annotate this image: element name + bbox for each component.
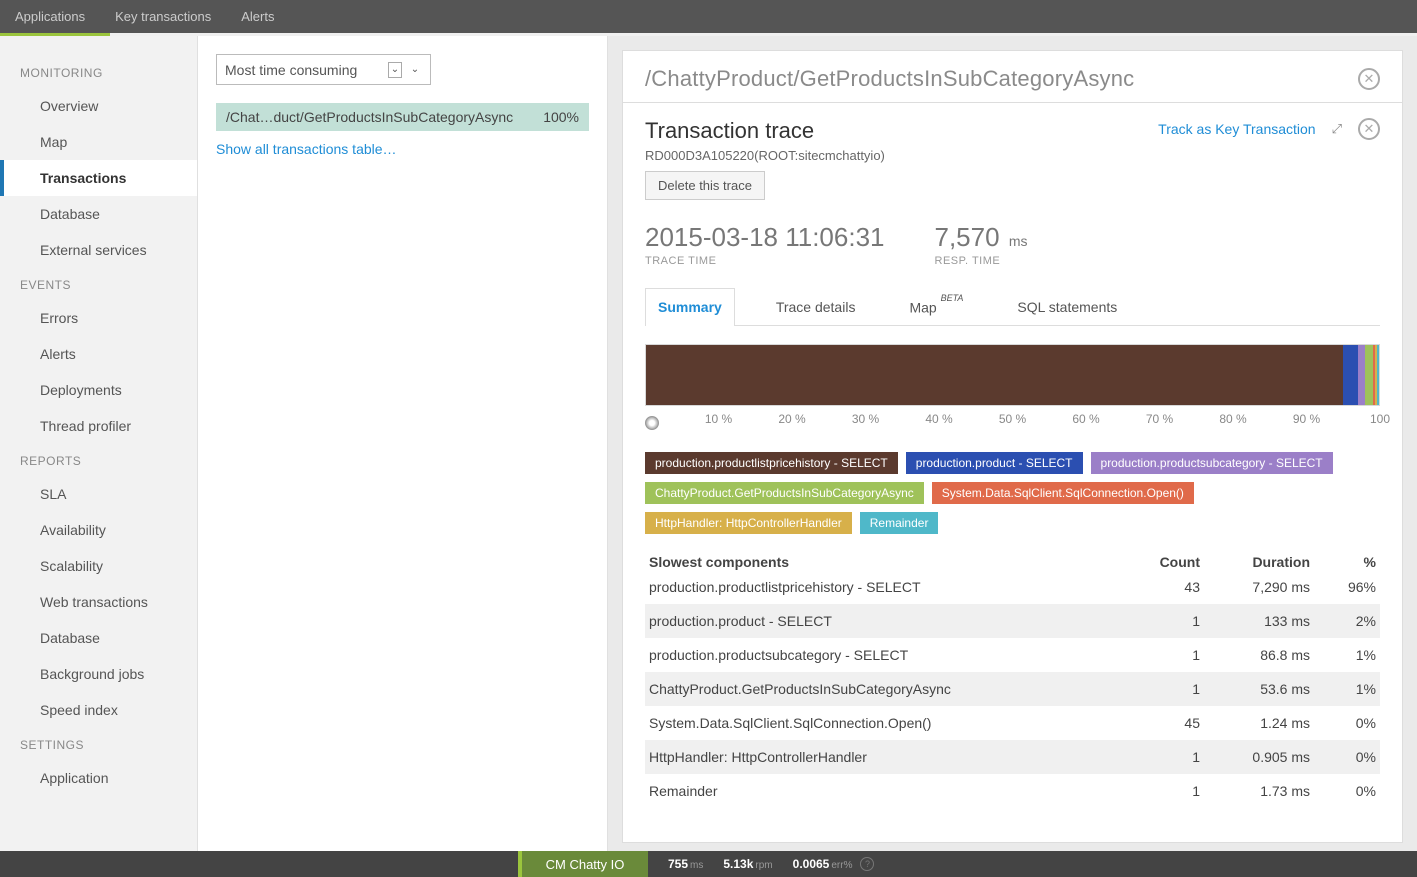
legend-item[interactable]: ChattyProduct.GetProductsInSubCategoryAs… [645,482,924,504]
nav-applications[interactable]: Applications [15,9,85,24]
table-header: Slowest components Count Duration % [645,554,1380,570]
transactions-column: Most time consuming ⌄⌄ /Chat…duct/GetPro… [198,36,608,851]
legend-item[interactable]: System.Data.SqlClient.SqlConnection.Open… [932,482,1194,504]
close-trace-icon[interactable]: ✕ [1358,118,1380,140]
legend-item[interactable]: production.productsubcategory - SELECT [1091,452,1333,474]
sidebar-item-availability[interactable]: Availability [0,512,197,548]
axis-tick: 20 % [778,412,805,426]
trace-time-label: TRACE TIME [645,255,885,267]
legend-item[interactable]: production.product - SELECT [906,452,1083,474]
sidebar-item-background-jobs[interactable]: Background jobs [0,656,197,692]
legend-item[interactable]: Remainder [860,512,939,534]
response-time-value: 7,570 ms [935,222,1028,253]
legend: production.productlistpricehistory - SEL… [645,452,1380,534]
sidebar-item-speed-index[interactable]: Speed index [0,692,197,728]
sidebar-item-application-settings[interactable]: Application [0,760,197,796]
top-nav: Applications Key transactions Alerts [0,0,1417,33]
transaction-name: /Chat…duct/GetProductsInSubCategoryAsync [226,109,513,125]
footer-app-name[interactable]: CM Chatty IO [518,851,648,877]
sidebar-heading-reports: REPORTS [0,444,197,476]
sort-dropdown-label: Most time consuming [225,62,357,78]
footer-bar: CM Chatty IO 755ms 5.13krpm 0.0065err% ? [0,851,1417,877]
sidebar-item-deployments[interactable]: Deployments [0,372,197,408]
trace-heading: Transaction trace [645,118,885,144]
axis-tick: 60 % [1072,412,1099,426]
expand-icon[interactable]: ⤢ [1332,121,1342,137]
show-all-link[interactable]: Show all transactions table… [216,131,397,167]
trace-tabs: Summary Trace details Map BETA SQL state… [645,287,1380,326]
sidebar-heading-events: EVENTS [0,268,197,300]
sidebar-item-web-transactions[interactable]: Web transactions [0,584,197,620]
legend-item[interactable]: production.productlistpricehistory - SEL… [645,452,898,474]
tab-summary[interactable]: Summary [645,288,735,326]
table-row[interactable]: System.Data.SqlClient.SqlConnection.Open… [645,706,1380,740]
sidebar-item-database-report[interactable]: Database [0,620,197,656]
axis-tick: 70 % [1146,412,1173,426]
nav-alerts[interactable]: Alerts [241,9,274,24]
detail-panel: /ChattyProduct/GetProductsInSubCategoryA… [608,36,1417,851]
sidebar: MONITORING Overview Map Transactions Dat… [0,36,198,851]
footer-metric-err: 0.0065err% [793,857,853,871]
chart-segment [1365,345,1372,405]
delete-trace-button[interactable]: Delete this trace [645,171,765,200]
nav-key-transactions[interactable]: Key transactions [115,9,211,24]
legend-item[interactable]: HttpHandler: HttpControllerHandler [645,512,852,534]
close-icon[interactable]: ✕ [1358,68,1380,90]
chart-segment [1358,345,1365,405]
table-row[interactable]: Remainder11.73 ms0% [645,774,1380,808]
table-row[interactable]: ChattyProduct.GetProductsInSubCategoryAs… [645,672,1380,706]
sidebar-item-database[interactable]: Database [0,196,197,232]
sidebar-item-scalability[interactable]: Scalability [0,548,197,584]
axis-tick: 40 % [925,412,952,426]
trace-subtitle: RD000D3A105220(ROOT:sitecmchattyio) [645,148,885,163]
sidebar-heading-monitoring: MONITORING [0,56,197,88]
track-key-transaction-link[interactable]: Track as Key Transaction [1158,121,1315,137]
panel-title: /ChattyProduct/GetProductsInSubCategoryA… [645,66,1134,92]
footer-metric-rpm: 5.13krpm [723,857,772,871]
table-row[interactable]: production.productlistpricehistory - SEL… [645,570,1380,604]
chart-segment [1377,345,1379,405]
sidebar-item-overview[interactable]: Overview [0,88,197,124]
axis-tick: 100 [1370,412,1390,426]
sidebar-item-map[interactable]: Map [0,124,197,160]
sidebar-item-alerts[interactable]: Alerts [0,336,197,372]
tab-sql-statements[interactable]: SQL statements [1004,288,1130,326]
footer-metric-latency: 755ms [668,857,703,871]
tab-map[interactable]: Map BETA [896,288,976,326]
axis-tick: 90 % [1293,412,1320,426]
axis-tick: 10 % [705,412,732,426]
axis-tick: 30 % [852,412,879,426]
chart-segment [1343,345,1358,405]
help-icon[interactable]: ? [860,857,874,871]
response-time-label: RESP. TIME [935,255,1028,267]
sidebar-item-sla[interactable]: SLA [0,476,197,512]
transaction-pct: 100% [543,109,579,125]
axis-tick: 80 % [1219,412,1246,426]
trace-time-value: 2015-03-18 11:06:31 [645,222,885,253]
table-row[interactable]: production.productsubcategory - SELECT18… [645,638,1380,672]
sidebar-item-external-services[interactable]: External services [0,232,197,268]
table-row[interactable]: production.product - SELECT1133 ms2% [645,604,1380,638]
sidebar-item-transactions[interactable]: Transactions [0,160,197,196]
transaction-row[interactable]: /Chat…duct/GetProductsInSubCategoryAsync… [216,103,589,131]
tab-trace-details[interactable]: Trace details [763,288,869,326]
sort-dropdown[interactable]: Most time consuming ⌄⌄ [216,54,431,85]
timeline-chart: 10 %20 %30 %40 %50 %60 %70 %80 %90 %100 [645,344,1380,434]
axis-tick: 50 % [999,412,1026,426]
sidebar-heading-settings: SETTINGS [0,728,197,760]
sidebar-item-errors[interactable]: Errors [0,300,197,336]
chart-segment [646,345,1343,405]
chevron-down-icon: ⌄⌄ [388,62,422,78]
sidebar-item-thread-profiler[interactable]: Thread profiler [0,408,197,444]
table-row[interactable]: HttpHandler: HttpControllerHandler10.905… [645,740,1380,774]
